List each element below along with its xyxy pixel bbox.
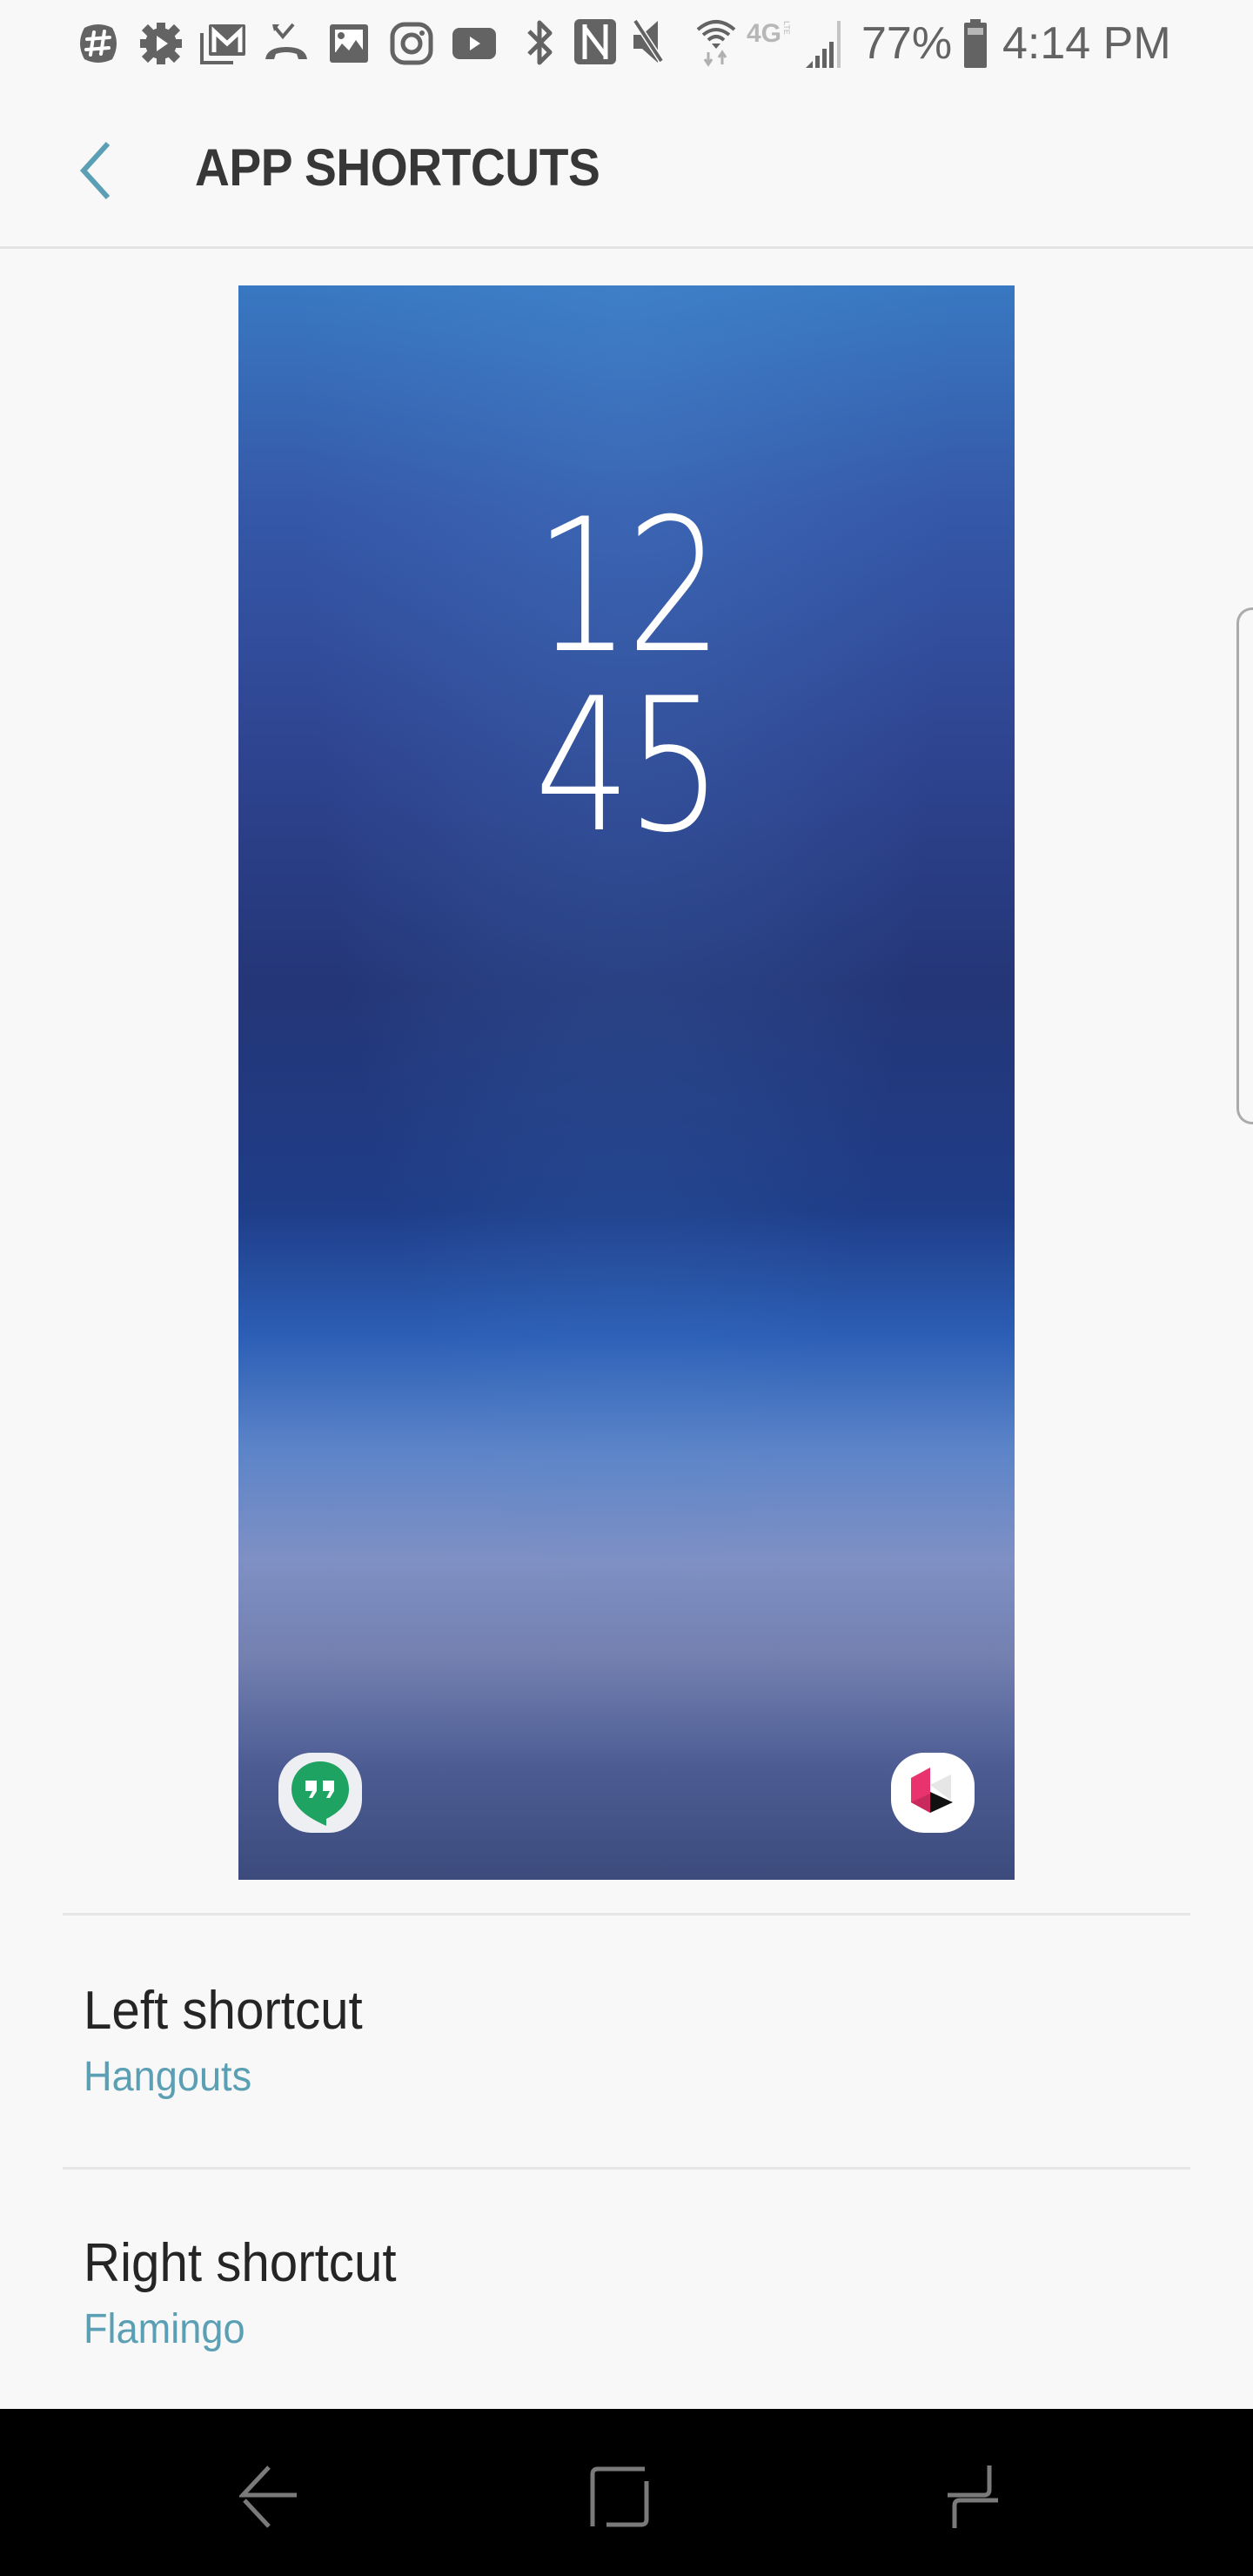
left-shortcut-value: Hangouts [84,2054,252,2100]
left-shortcut-title: Left shortcut [84,1981,363,2041]
status-bar: 4G LTE 77% 4:14 PM [0,0,1253,87]
gmail-icon [198,19,249,68]
home-square-icon [590,2466,649,2527]
instagram-icon [386,19,437,68]
youtube-icon [449,19,499,68]
google-play-games-icon [136,19,186,68]
edge-panel-handle[interactable] [1236,607,1253,1124]
right-shortcut-title: Right shortcut [84,2233,397,2293]
right-shortcut-setting[interactable]: Right shortcut Flamingo [0,2170,1253,2422]
slack-icon [73,19,124,68]
gallery-icon [324,19,374,68]
left-shortcut-preview[interactable] [278,1753,362,1833]
preview-clock-hours: 12 [534,479,722,694]
nav-back-button[interactable] [226,2458,313,2536]
right-shortcut-value: Flamingo [84,2306,245,2352]
hangouts-icon [291,1761,349,1826]
battery-icon [962,19,988,68]
battery-percent: 77% [861,18,953,69]
clock-time: 4:14 PM [1002,18,1171,69]
nav-recents-button[interactable] [928,2458,1015,2536]
wifi-icon [696,17,736,68]
lte-icon: 4G LTE [747,19,792,48]
notification-icons [73,19,499,68]
lock-screen-preview: 12 45 [238,285,1015,1880]
flamingo-icon [911,1768,953,1813]
page-title: APP SHORTCUTS [195,138,600,197]
back-arrow-icon [239,2465,297,2528]
bluetooth-icon [522,16,557,70]
missed-call-icon [261,19,312,68]
nfc-icon [573,17,618,66]
recents-icon [948,2465,998,2528]
signal-icon [804,17,846,70]
chevron-left-icon [79,142,111,199]
back-button[interactable] [61,127,131,214]
mute-icon [632,17,673,66]
right-shortcut-preview[interactable] [891,1753,975,1833]
preview-clock-minutes: 45 [534,658,722,873]
nav-home-button[interactable] [576,2458,663,2536]
app-bar: APP SHORTCUTS [0,87,1253,249]
navigation-bar [0,2409,1253,2576]
left-shortcut-setting[interactable]: Left shortcut Hangouts [0,1915,1253,2168]
